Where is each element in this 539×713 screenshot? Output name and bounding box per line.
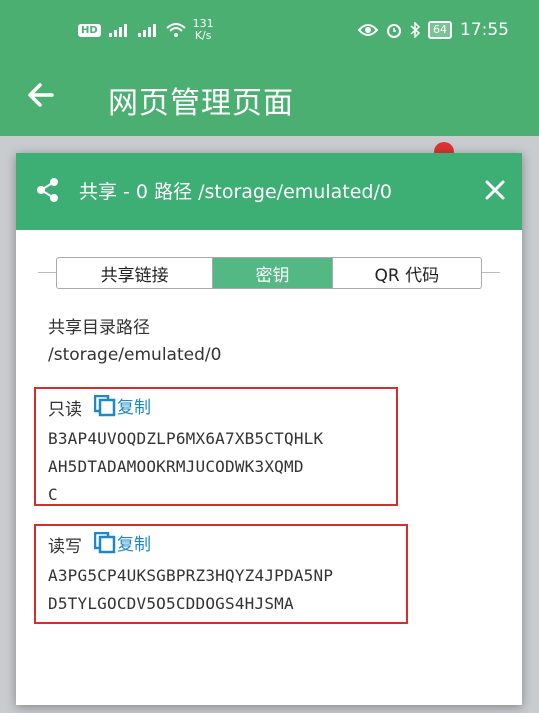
copy-icon [94,531,116,553]
tab-share-link[interactable]: 共享链接 [57,258,214,288]
share-dialog: 共享 - 0 路径 /storage/emulated/0 共享链接 密钥 QR… [16,153,522,705]
hd-badge: HD [78,23,101,37]
dialog-header: 共享 - 0 路径 /storage/emulated/0 [16,153,522,230]
alarm-icon [387,24,401,38]
directory-label: 共享目录路径 [48,318,150,338]
app-bar: 网页管理页面 [0,62,539,136]
close-icon[interactable] [480,175,510,207]
tab-bar: 共享链接 密钥 QR 代码 [56,257,482,289]
signal-4g-icon [137,24,156,37]
status-bar: HD 131 K/s 64 17:55 [0,0,539,62]
battery-indicator: 64 [428,21,452,39]
tab-qr-code[interactable]: QR 代码 [331,258,481,288]
copy-icon [94,394,116,416]
read-write-label: 读写 [48,537,82,557]
copy-read-only-button[interactable]: 复制 [94,393,151,418]
copy-label: 复制 [117,398,151,418]
status-left-icons: HD 131 K/s [78,18,214,42]
copy-read-write-button[interactable]: 复制 [94,530,151,555]
eye-icon [358,24,378,36]
read-only-key-section: 只读 复制 B3AP4UVOQDZLP6MX6A7XB5CTQHLK AH5DT… [34,387,398,506]
directory-path: /storage/emulated/0 [48,345,222,365]
clock: 17:55 [460,20,509,40]
read-only-label: 只读 [48,400,82,420]
read-only-key: B3AP4UVOQDZLP6MX6A7XB5CTQHLK AH5DTADAMOO… [48,429,324,504]
read-write-key-section: 读写 复制 A3PG5CP4UKSGBPRZ3HQYZ4JPDA5NP D5TY… [34,524,408,624]
read-write-key: A3PG5CP4UKSGBPRZ3HQYZ4JPDA5NP D5TYLGOCDV… [48,566,334,613]
copy-label: 复制 [117,535,151,555]
signal-icon [108,24,127,37]
net-speed: 131 K/s [193,18,214,42]
status-right-icons: 64 17:55 [358,20,509,40]
dialog-title: 共享 - 0 路径 /storage/emulated/0 [79,181,392,203]
watermark: @悟空问答 [432,685,502,701]
net-speed-unit: K/s [194,29,212,42]
page-title: 网页管理页面 [108,86,294,121]
bluetooth-icon [410,22,420,38]
arrow-left-icon[interactable] [26,78,56,112]
tab-keys[interactable]: 密钥 [213,258,332,288]
wifi-icon [166,23,186,37]
share-icon [37,178,58,202]
